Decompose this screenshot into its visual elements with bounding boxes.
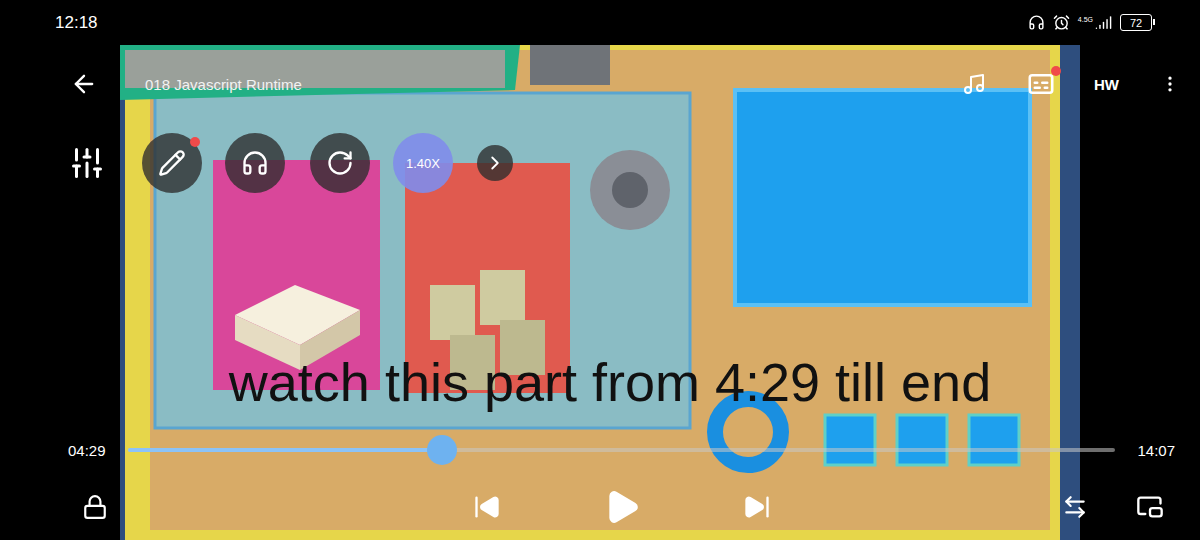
- decoder-toggle[interactable]: HW: [1094, 76, 1119, 93]
- seek-thumb[interactable]: [427, 435, 457, 465]
- status-icons: 4.5G 72: [1028, 14, 1152, 31]
- more-icon: [1160, 71, 1180, 97]
- signal-icon: [1095, 14, 1112, 31]
- duration: 14:07: [1137, 442, 1175, 459]
- tool-row: 1.40X: [0, 123, 1200, 203]
- music-icon: [962, 72, 986, 96]
- current-time: 04:29: [68, 442, 106, 459]
- player-controls: 018 Javascript Runtime HW 1.40X watch this …: [0, 45, 1200, 540]
- aspect-ratio-button[interactable]: [1055, 487, 1095, 527]
- play-icon: [603, 488, 641, 526]
- tool-icon: [326, 149, 354, 177]
- next-button[interactable]: [737, 487, 777, 527]
- headphones-status-icon: [1028, 14, 1045, 31]
- tool-button[interactable]: [142, 133, 202, 193]
- battery: 72: [1120, 14, 1152, 31]
- notification-dot: [190, 137, 200, 147]
- picture-in-picture-icon: [1136, 493, 1164, 521]
- tool-icon: [158, 149, 186, 177]
- aspect-ratio-icon: [1062, 494, 1088, 520]
- tool-icon: [241, 149, 269, 177]
- lock-icon: [82, 494, 108, 520]
- bottom-bar: [0, 487, 1200, 540]
- network-type: 4.5G: [1078, 16, 1093, 23]
- tool-button[interactable]: [477, 145, 513, 181]
- seek-fill: [128, 448, 442, 452]
- annotation-text: watch this part from 4:29 till end: [229, 353, 991, 412]
- tool-button[interactable]: [225, 133, 285, 193]
- status-bar: 12:18 4.5G 72: [0, 0, 1200, 45]
- video-title: 018 Javascript Runtime: [145, 76, 954, 93]
- video-player-screen: 12:18 4.5G 72 018 Javascript Runtime HW 1.40X…: [0, 0, 1200, 540]
- player-stage: 018 Javascript Runtime HW 1.40X watch this …: [0, 45, 1200, 540]
- back-arrow-icon: [70, 70, 98, 98]
- notification-dot: [1051, 66, 1061, 76]
- alarm-icon: [1053, 14, 1070, 31]
- annotation-row: watch this part from 4:29 till end: [0, 353, 1200, 413]
- back-button[interactable]: [68, 64, 100, 104]
- audio-button[interactable]: [954, 64, 994, 104]
- skip-forward-icon: [743, 493, 771, 521]
- pip-button[interactable]: [1130, 487, 1170, 527]
- video-frame[interactable]: [120, 45, 1080, 540]
- seek-track[interactable]: [128, 448, 1116, 452]
- more-button[interactable]: [1160, 64, 1180, 104]
- subtitles-button[interactable]: [1021, 64, 1061, 104]
- status-time: 12:18: [55, 13, 1028, 33]
- equalizer-icon: [69, 145, 105, 181]
- tool-button[interactable]: [310, 133, 370, 193]
- speed-button[interactable]: 1.40X: [393, 133, 453, 193]
- skip-back-icon: [473, 493, 501, 521]
- top-bar: 018 Javascript Runtime HW: [0, 45, 1200, 123]
- play-button[interactable]: [602, 487, 642, 527]
- lock-button[interactable]: [75, 487, 115, 527]
- previous-button[interactable]: [467, 487, 507, 527]
- seek-row: 04:29 14:07: [0, 413, 1200, 487]
- equalizer-button[interactable]: [68, 143, 106, 183]
- chevron-right-icon: [484, 152, 506, 174]
